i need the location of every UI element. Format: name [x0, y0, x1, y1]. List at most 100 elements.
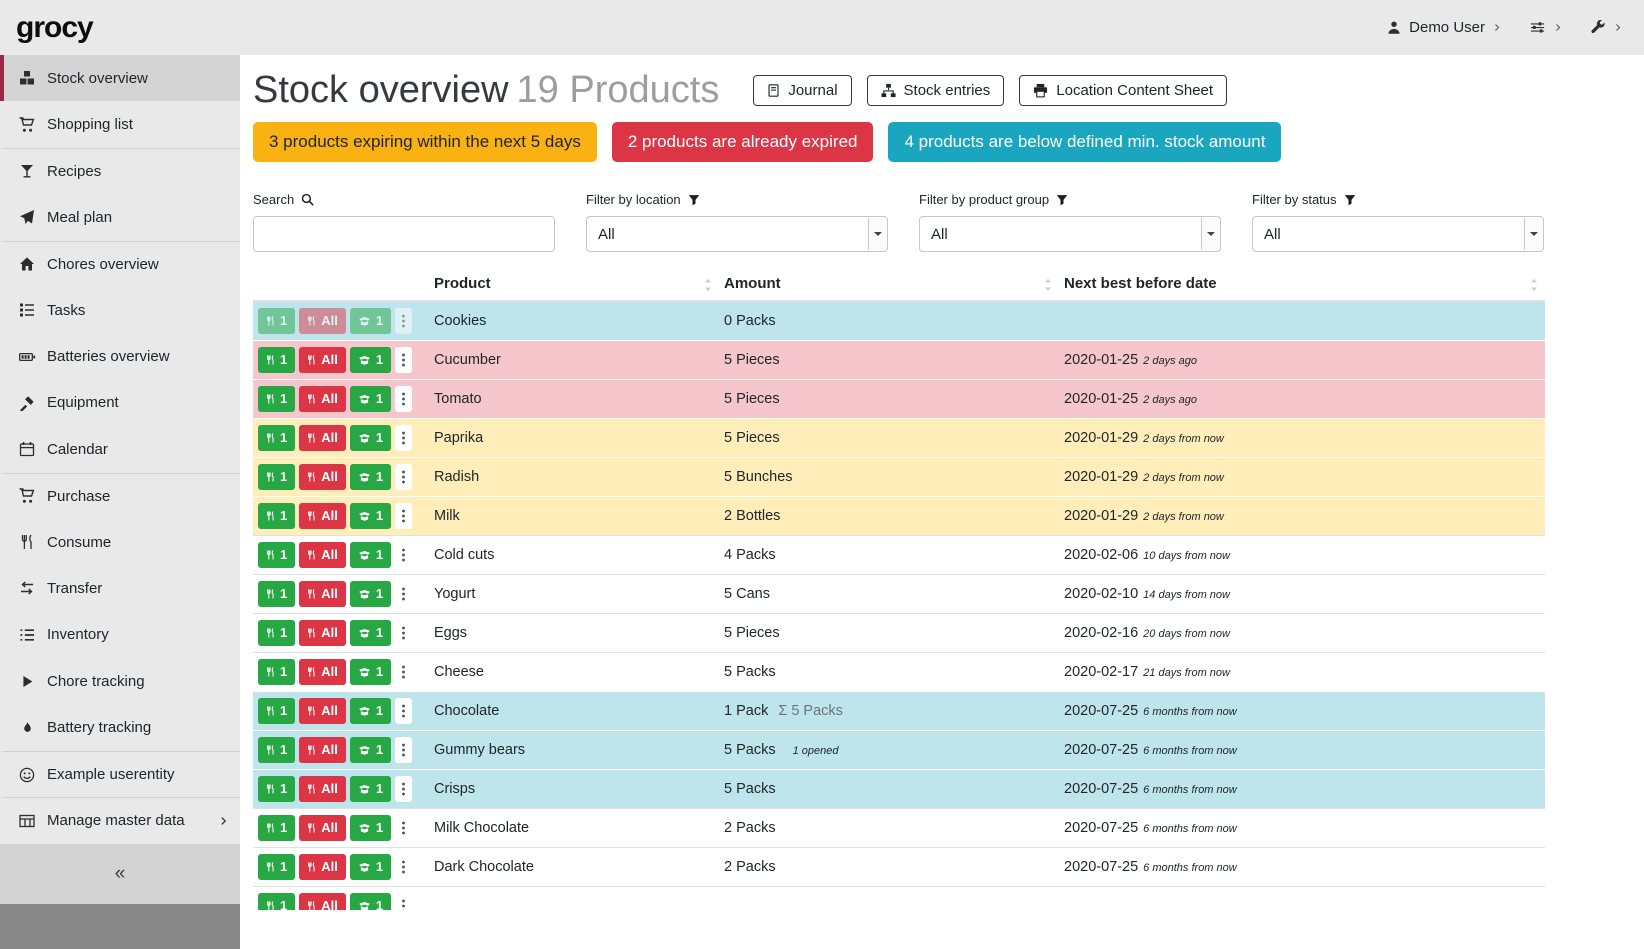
sidebar-item-meal-plan[interactable]: Meal plan — [0, 194, 240, 240]
sidebar-item-consume[interactable]: Consume — [0, 519, 240, 565]
sidebar-item-stock-overview[interactable]: Stock overview — [0, 55, 240, 101]
consume-one-button[interactable]: 1 — [258, 737, 295, 763]
column-header-bbd[interactable]: Next best before date — [1059, 270, 1545, 301]
open-one-button[interactable]: 1 — [350, 620, 391, 646]
row-more-menu-button[interactable] — [395, 893, 412, 910]
consume-all-button[interactable]: All — [299, 581, 346, 607]
sidebar-item-recipes[interactable]: Recipes — [0, 148, 240, 194]
consume-all-button[interactable]: All — [299, 737, 346, 763]
consume-one-button[interactable]: 1 — [258, 620, 295, 646]
consume-one-button[interactable]: 1 — [258, 815, 295, 841]
open-one-button[interactable]: 1 — [350, 698, 391, 724]
consume-all-button[interactable]: All — [299, 503, 346, 529]
sidebar-item-equipment[interactable]: Equipment — [0, 380, 240, 426]
open-one-button[interactable]: 1 — [350, 776, 391, 802]
consume-all-button[interactable]: All — [299, 620, 346, 646]
stock-entries-button[interactable]: Stock entries — [867, 75, 1005, 106]
consume-all-button[interactable]: All — [299, 386, 346, 412]
row-more-menu-button[interactable] — [395, 854, 412, 880]
consume-all-button[interactable]: All — [299, 893, 346, 910]
consume-all-button[interactable]: All — [299, 542, 346, 568]
row-more-menu-button[interactable] — [395, 698, 412, 724]
row-more-menu-button[interactable] — [395, 425, 412, 451]
journal-button[interactable]: Journal — [753, 75, 851, 106]
open-one-button[interactable]: 1 — [350, 347, 391, 373]
row-more-menu-button[interactable] — [395, 503, 412, 529]
open-one-button[interactable]: 1 — [350, 542, 391, 568]
sidebar-item-battery-tracking[interactable]: Battery tracking — [0, 704, 240, 750]
consume-one-button[interactable]: 1 — [258, 347, 295, 373]
admin-menu[interactable] — [1590, 20, 1622, 35]
open-one-button[interactable]: 1 — [350, 659, 391, 685]
consume-one-button[interactable]: 1 — [258, 308, 295, 334]
open-one-button[interactable]: 1 — [350, 503, 391, 529]
row-more-menu-button[interactable] — [395, 308, 412, 334]
consume-all-button[interactable]: All — [299, 815, 346, 841]
product-group-filter-select[interactable]: All — [919, 216, 1221, 252]
settings-menu[interactable] — [1529, 20, 1562, 35]
row-more-menu-button[interactable] — [395, 347, 412, 373]
consume-one-button[interactable]: 1 — [258, 464, 295, 490]
sidebar-item-example-userentity[interactable]: Example userentity — [0, 751, 240, 797]
consume-all-button[interactable]: All — [299, 659, 346, 685]
row-more-menu-button[interactable] — [395, 581, 412, 607]
row-more-menu-button[interactable] — [395, 464, 412, 490]
consume-one-button[interactable]: 1 — [258, 776, 295, 802]
row-more-menu-button[interactable] — [395, 659, 412, 685]
sidebar-item-shopping-list[interactable]: Shopping list — [0, 101, 240, 147]
row-more-menu-button[interactable] — [395, 542, 412, 568]
consume-one-button[interactable]: 1 — [258, 893, 295, 910]
row-more-menu-button[interactable] — [395, 620, 412, 646]
column-header-amount[interactable]: Amount — [719, 270, 1059, 301]
consume-all-button[interactable]: All — [299, 425, 346, 451]
sidebar-item-chore-tracking[interactable]: Chore tracking — [0, 658, 240, 704]
below-min-stock-badge[interactable]: 4 products are below defined min. stock … — [888, 122, 1281, 162]
open-one-button[interactable]: 1 — [350, 737, 391, 763]
user-menu[interactable]: Demo User — [1387, 19, 1501, 36]
sidebar-collapse-button[interactable]: « — [0, 844, 240, 904]
consume-one-button[interactable]: 1 — [258, 425, 295, 451]
consume-one-button[interactable]: 1 — [258, 542, 295, 568]
grocy-logo[interactable]: grocy — [16, 11, 93, 45]
open-one-button[interactable]: 1 — [350, 386, 391, 412]
consume-all-button[interactable]: All — [299, 347, 346, 373]
consume-one-button[interactable]: 1 — [258, 581, 295, 607]
sidebar-item-inventory[interactable]: Inventory — [0, 612, 240, 658]
open-one-button[interactable]: 1 — [350, 425, 391, 451]
sort-icon[interactable] — [703, 278, 713, 292]
expiring-products-badge[interactable]: 3 products expiring within the next 5 da… — [253, 122, 597, 162]
sort-icon[interactable] — [1043, 278, 1053, 292]
row-more-menu-button[interactable] — [395, 386, 412, 412]
consume-one-button[interactable]: 1 — [258, 854, 295, 880]
row-more-menu-button[interactable] — [395, 737, 412, 763]
status-filter-select[interactable]: All — [1252, 216, 1544, 252]
consume-all-button[interactable]: All — [299, 854, 346, 880]
sidebar-item-purchase[interactable]: Purchase — [0, 473, 240, 519]
consume-all-button[interactable]: All — [299, 698, 346, 724]
column-header-product[interactable]: Product — [429, 270, 719, 301]
location-content-sheet-button[interactable]: Location Content Sheet — [1019, 75, 1227, 106]
open-one-button[interactable]: 1 — [350, 308, 391, 334]
consume-one-button[interactable]: 1 — [258, 698, 295, 724]
open-one-button[interactable]: 1 — [350, 854, 391, 880]
open-one-button[interactable]: 1 — [350, 464, 391, 490]
sidebar-item-chores-overview[interactable]: Chores overview — [0, 241, 240, 287]
sidebar-item-batteries-overview[interactable]: Batteries overview — [0, 333, 240, 379]
consume-all-button[interactable]: All — [299, 776, 346, 802]
row-more-menu-button[interactable] — [395, 776, 412, 802]
consume-one-button[interactable]: 1 — [258, 503, 295, 529]
expired-products-badge[interactable]: 2 products are already expired — [612, 122, 874, 162]
open-one-button[interactable]: 1 — [350, 815, 391, 841]
sidebar-item-tasks[interactable]: Tasks — [0, 287, 240, 333]
sort-icon[interactable] — [1529, 278, 1539, 292]
sidebar-item-calendar[interactable]: Calendar — [0, 426, 240, 472]
sidebar-item-transfer[interactable]: Transfer — [0, 565, 240, 611]
consume-one-button[interactable]: 1 — [258, 386, 295, 412]
consume-all-button[interactable]: All — [299, 308, 346, 334]
sidebar-item-manage-master-data[interactable]: Manage master data — [0, 797, 240, 843]
open-one-button[interactable]: 1 — [350, 581, 391, 607]
consume-one-button[interactable]: 1 — [258, 659, 295, 685]
consume-all-button[interactable]: All — [299, 464, 346, 490]
search-input[interactable] — [253, 216, 555, 252]
open-one-button[interactable]: 1 — [350, 893, 391, 910]
